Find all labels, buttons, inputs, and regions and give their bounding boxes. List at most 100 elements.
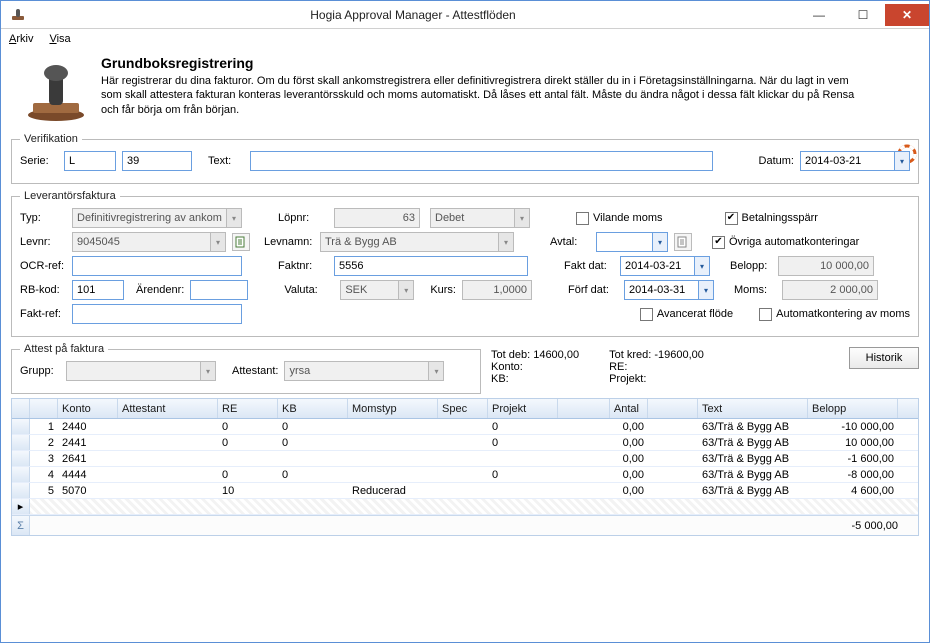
attestant-select[interactable] [284, 361, 428, 381]
levnr-dropdown[interactable]: ▾ [210, 232, 226, 252]
debkred-dropdown[interactable]: ▾ [514, 208, 530, 228]
avtal-select[interactable] [596, 232, 652, 252]
cell-text[interactable]: 63/Trä & Bygg AB [698, 437, 808, 449]
debkred-select[interactable] [430, 208, 514, 228]
levnamn-dropdown[interactable]: ▾ [498, 232, 514, 252]
cell-kb[interactable]: 0 [278, 421, 348, 433]
cell-antal[interactable]: 0,00 [558, 421, 648, 433]
cell-re[interactable]: 0 [218, 469, 278, 481]
cell-belopp[interactable]: 10 000,00 [808, 437, 898, 449]
cell-antal[interactable]: 0,00 [558, 453, 648, 465]
cell-belopp[interactable]: -10 000,00 [808, 421, 898, 433]
forfdat-dropdown[interactable]: ▾ [698, 280, 714, 300]
cell-re[interactable]: 10 [218, 485, 278, 497]
ovriga-auto-checkbox[interactable]: ✔ Övriga automatkonteringar [712, 236, 859, 249]
faktdat-label: Fakt dat: [564, 260, 614, 272]
cell-projekt[interactable]: 0 [488, 421, 558, 433]
avancerat-flode-checkbox[interactable]: Avancerat flöde [640, 308, 733, 321]
serie-input[interactable] [64, 151, 116, 171]
text-input[interactable] [250, 151, 713, 171]
ocr-input[interactable] [72, 256, 242, 276]
col-konto[interactable]: Konto [58, 399, 118, 418]
col-projekt[interactable]: Projekt [488, 399, 558, 418]
typ-select[interactable] [72, 208, 226, 228]
cell-konto[interactable]: 5070 [58, 485, 118, 497]
close-button[interactable]: ✕ [885, 4, 929, 26]
table-row[interactable]: 4 4444 0 0 0 0,00 63/Trä & Bygg AB -8 00… [12, 467, 918, 483]
arendenr-input[interactable] [190, 280, 248, 300]
cell-projekt[interactable]: 0 [488, 437, 558, 449]
cell-konto[interactable]: 4444 [58, 469, 118, 481]
col-attestant[interactable]: Attestant [118, 399, 218, 418]
maximize-button[interactable]: ☐ [841, 4, 885, 26]
verifikation-group: Verifikation Serie: Text: Datum: ▾ [11, 133, 919, 184]
col-row[interactable] [30, 399, 58, 418]
cell-belopp[interactable]: -8 000,00 [808, 469, 898, 481]
row-handle[interactable] [12, 451, 30, 466]
faktdat-input[interactable] [620, 256, 694, 276]
cell-momstyp[interactable]: Reducerad [348, 485, 438, 497]
levnr-select[interactable] [72, 232, 210, 252]
cell-kb[interactable]: 0 [278, 437, 348, 449]
cell-text[interactable]: 63/Trä & Bygg AB [698, 485, 808, 497]
historik-button[interactable]: Historik [849, 347, 919, 369]
avtal-dropdown[interactable]: ▾ [652, 232, 668, 252]
avtal-lookup-button[interactable] [674, 233, 692, 251]
cell-konto[interactable]: 2441 [58, 437, 118, 449]
row-handle[interactable] [12, 483, 30, 498]
levnamn-select[interactable] [320, 232, 498, 252]
cell-konto[interactable]: 2641 [58, 453, 118, 465]
row-handle[interactable] [12, 419, 30, 434]
col-re[interactable]: RE [218, 399, 278, 418]
grupp-dropdown[interactable]: ▾ [200, 361, 216, 381]
levnr-lookup-button[interactable] [232, 233, 250, 251]
col-antal[interactable]: Antal [558, 399, 648, 418]
serie-num-input[interactable] [122, 151, 192, 171]
menu-arkiv[interactable]: Arkiv [9, 33, 33, 45]
cell-belopp[interactable]: -1 600,00 [808, 453, 898, 465]
col-kb[interactable]: KB [278, 399, 348, 418]
cell-antal[interactable]: 0,00 [558, 437, 648, 449]
row-handle[interactable] [12, 467, 30, 482]
re-label: RE: [609, 361, 704, 373]
table-row[interactable]: 1 2440 0 0 0 0,00 63/Trä & Bygg AB -10 0… [12, 419, 918, 435]
valuta-select[interactable] [340, 280, 398, 300]
minimize-button[interactable]: — [797, 4, 841, 26]
menu-visa[interactable]: Visa [49, 33, 70, 45]
col-text[interactable]: Text [698, 399, 808, 418]
faktref-input[interactable] [72, 304, 242, 324]
col-handle[interactable] [12, 399, 30, 418]
row-handle[interactable] [12, 435, 30, 450]
cell-kb[interactable]: 0 [278, 469, 348, 481]
forfdat-input[interactable] [624, 280, 698, 300]
datum-input[interactable] [800, 151, 894, 171]
cell-text[interactable]: 63/Trä & Bygg AB [698, 469, 808, 481]
datum-dropdown[interactable]: ▾ [894, 151, 910, 171]
rbkod-input[interactable] [72, 280, 124, 300]
grid-new-row[interactable]: ▸ [12, 499, 918, 515]
table-row[interactable]: 3 2641 0,00 63/Trä & Bygg AB -1 600,00 [12, 451, 918, 467]
cell-antal[interactable]: 0,00 [558, 469, 648, 481]
cell-konto[interactable]: 2440 [58, 421, 118, 433]
faktdat-dropdown[interactable]: ▾ [694, 256, 710, 276]
cell-text[interactable]: 63/Trä & Bygg AB [698, 453, 808, 465]
grupp-select[interactable] [66, 361, 200, 381]
col-spec[interactable]: Spec [438, 399, 488, 418]
betalsparr-checkbox[interactable]: ✔ Betalningsspärr [725, 212, 818, 225]
cell-re[interactable]: 0 [218, 421, 278, 433]
typ-dropdown[interactable]: ▾ [226, 208, 242, 228]
table-row[interactable]: 2 2441 0 0 0 0,00 63/Trä & Bygg AB 10 00… [12, 435, 918, 451]
col-momstyp[interactable]: Momstyp [348, 399, 438, 418]
cell-antal[interactable]: 0,00 [558, 485, 648, 497]
cell-re[interactable]: 0 [218, 437, 278, 449]
faktnr-input[interactable] [334, 256, 528, 276]
cell-text[interactable]: 63/Trä & Bygg AB [698, 421, 808, 433]
cell-projekt[interactable]: 0 [488, 469, 558, 481]
automatkont-moms-checkbox[interactable]: Automatkontering av moms [759, 308, 910, 321]
valuta-dropdown[interactable]: ▾ [398, 280, 414, 300]
vilande-moms-checkbox[interactable]: Vilande moms [576, 212, 663, 225]
table-row[interactable]: 5 5070 10 Reducerad 0,00 63/Trä & Bygg A… [12, 483, 918, 499]
cell-belopp[interactable]: 4 600,00 [808, 485, 898, 497]
col-belopp[interactable]: Belopp [808, 399, 898, 418]
attestant-dropdown[interactable]: ▾ [428, 361, 444, 381]
